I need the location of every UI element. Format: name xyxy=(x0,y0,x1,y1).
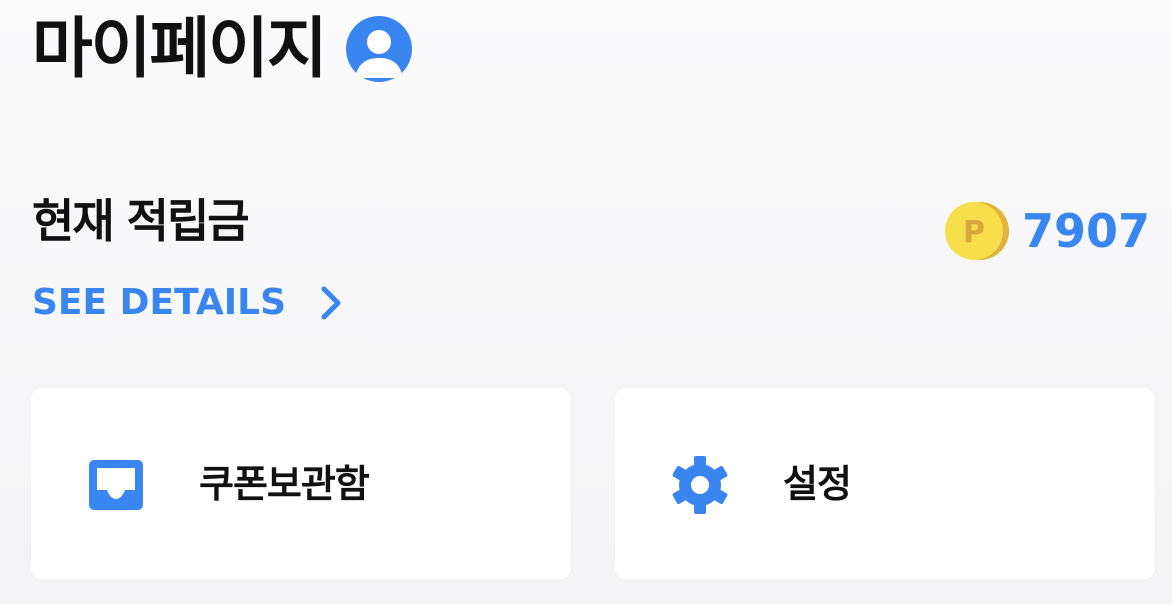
coupon-box-icon xyxy=(89,460,143,510)
user-avatar-icon[interactable] xyxy=(345,16,412,82)
current-points-label: 현재 적립금 xyxy=(32,194,250,248)
coin-letter: P xyxy=(963,215,985,250)
point-coin-icon: P xyxy=(944,202,1009,260)
coupon-box-label: 쿠폰보관함 xyxy=(199,462,370,506)
page-header: 마이페이지 xyxy=(32,6,412,92)
chevron-right-icon xyxy=(321,286,341,319)
gear-icon xyxy=(672,456,728,514)
points-balance: P 7907 xyxy=(944,200,1150,262)
see-details-label: SEE DETAILS xyxy=(32,282,287,323)
coupon-box-card[interactable]: 쿠폰보관함 xyxy=(31,388,571,580)
page-title: 마이페이지 xyxy=(32,10,328,87)
points-value: 7907 xyxy=(1021,204,1150,258)
settings-label: 설정 xyxy=(783,462,852,506)
see-details-link[interactable]: SEE DETAILS xyxy=(32,282,346,323)
settings-card[interactable]: 설정 xyxy=(615,388,1155,580)
